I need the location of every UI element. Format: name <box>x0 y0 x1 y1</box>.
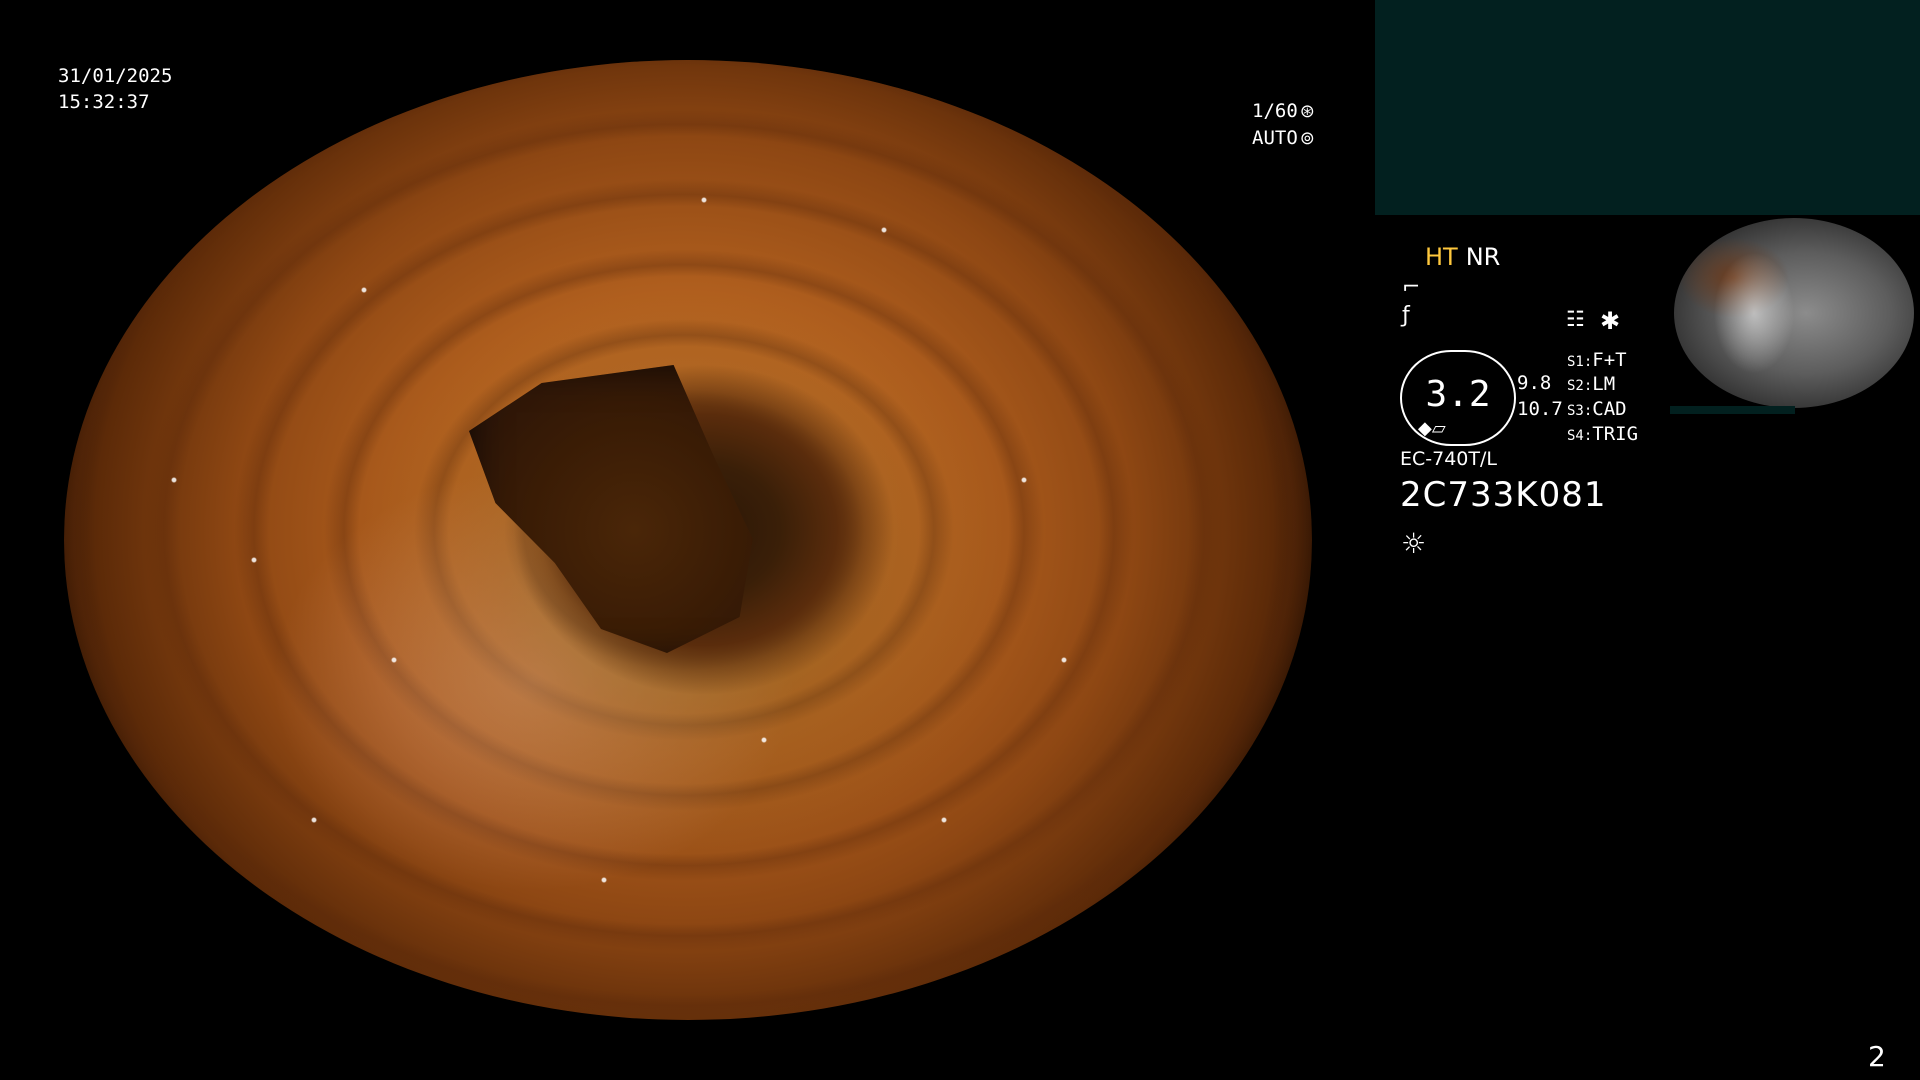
color-mode-icon: ƒ <box>1402 303 1410 328</box>
switch-key: S4: <box>1567 428 1593 444</box>
date-text: 31/01/2025 <box>58 65 173 87</box>
switch-label: LM <box>1592 373 1616 395</box>
pip-endoscope-image <box>1674 218 1914 408</box>
specular-highlights <box>64 60 1312 1020</box>
switch-label: CAD <box>1592 398 1627 420</box>
scope-serial-number: 2C733K081 <box>1400 475 1607 515</box>
asterisk-icon: ✱ <box>1600 307 1621 335</box>
scale-value-a: 9.8 <box>1517 372 1552 394</box>
scope-model: EC-740T/L <box>1400 448 1497 470</box>
light-source-icon: ☼ <box>1401 527 1427 560</box>
iris-icon: ⊚ <box>1299 128 1315 149</box>
switch-key: S1: <box>1567 354 1593 370</box>
exposure-settings: 1/60 ⊛ AUTO ⊚ <box>1252 98 1315 152</box>
zoom-indicator: 3.2 ◆▱ <box>1400 350 1516 446</box>
date-time-display: 31/01/2025 15:32:37 <box>58 63 172 115</box>
menu-icon: ☷ <box>1566 307 1585 331</box>
zoom-value: 3.2 <box>1425 374 1491 415</box>
info-panel-top-block <box>1375 0 1920 215</box>
switch-label: F+T <box>1592 349 1627 371</box>
switch-label: TRIG <box>1592 423 1639 445</box>
switch-row-s4: S4:TRIG <box>1567 423 1638 445</box>
image-mode-indicators: HT NR <box>1425 243 1500 271</box>
switch-row-s1: S1:F+T <box>1567 349 1627 371</box>
nr-indicator: NR <box>1465 243 1501 271</box>
switch-key: S3: <box>1567 403 1593 419</box>
picture-in-picture-view <box>1670 218 1920 414</box>
pip-status-bar <box>1670 406 1795 414</box>
zoom-marker-icon: ◆▱ <box>1418 418 1446 439</box>
structure-enhance-icon: ⌐ <box>1402 275 1421 300</box>
endoscope-main-view <box>64 60 1312 1020</box>
switch-row-s3: S3:CAD <box>1567 398 1627 420</box>
switch-key: S2: <box>1567 378 1593 394</box>
iris-mode: AUTO <box>1252 127 1298 149</box>
scale-value-b: 10.7 <box>1517 398 1563 420</box>
page-number: 2 <box>1868 1040 1886 1073</box>
ht-indicator: HT <box>1425 243 1458 271</box>
shutter-speed: 1/60 <box>1252 100 1298 122</box>
time-text: 15:32:37 <box>58 91 150 113</box>
switch-row-s2: S2:LM <box>1567 373 1615 395</box>
endoscopy-screen: 31/01/2025 15:32:37 1/60 ⊛ AUTO ⊚ HT NR ⌐ ƒ… <box>0 0 1920 1080</box>
shutter-icon: ⊛ <box>1299 101 1315 122</box>
